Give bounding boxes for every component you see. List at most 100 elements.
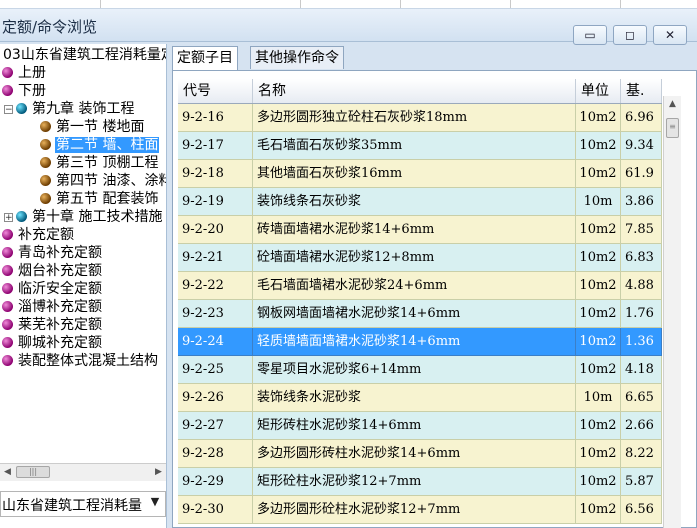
cell-base: 6.96: [621, 104, 662, 132]
restore-button[interactable]: ◻: [613, 25, 647, 45]
tree-item-section-1[interactable]: 第一节 楼地面: [40, 118, 145, 136]
cell-name: 装饰线条石灰砂浆: [253, 188, 576, 216]
cell-unit: 10m2: [576, 132, 621, 160]
tree-item-section-3[interactable]: 第三节 顶棚工程: [40, 154, 159, 172]
sheet-cell: [510, 0, 621, 8]
quota-library-select[interactable]: 山东省建筑工程消耗量定额 ▼: [0, 491, 166, 517]
cell-base: 6.65: [621, 384, 662, 412]
table-vertical-scrollbar[interactable]: ▲ ≡: [663, 96, 681, 528]
table-row[interactable]: 9-2-16 多边形圆形独立砼柱石灰砂浆18mm 10m2 6.96: [178, 104, 662, 132]
cell-code: 9-2-20: [178, 216, 253, 244]
column-header-unit[interactable]: 单位: [576, 79, 621, 103]
tab-quota-items[interactable]: 定额子目: [172, 46, 238, 71]
sheet-cell: [0, 0, 101, 8]
tree-root[interactable]: 03山东省建筑工程消耗量定额: [2, 46, 166, 64]
magenta-ball-icon: [2, 265, 13, 276]
table-row[interactable]: 9-2-28 多边形圆形砖柱水泥砂浆14+6mm 10m2 8.22: [178, 440, 662, 468]
sheet-cell: [400, 0, 511, 8]
table-row[interactable]: 9-2-22 毛石墙面墙裙水泥砂浆24+6mm 10m2 4.88: [178, 272, 662, 300]
cell-name: 零星项目水泥砂浆6+14mm: [253, 356, 576, 384]
tree-item-section-5[interactable]: 第五节 配套装饰: [40, 190, 159, 208]
cell-unit: 10m2: [576, 300, 621, 328]
cell-base: 61.9: [621, 160, 662, 188]
cell-unit: 10m: [576, 188, 621, 216]
scroll-left-icon[interactable]: ◀: [0, 465, 15, 480]
selected-library: 山东省建筑工程消耗量定额: [2, 498, 142, 514]
table-row[interactable]: 9-2-25 零星项目水泥砂浆6+14mm 10m2 4.18: [178, 356, 662, 384]
chevron-down-icon[interactable]: ▼: [147, 495, 163, 508]
cell-code: 9-2-25: [178, 356, 253, 384]
table-row[interactable]: 9-2-21 砼墙面墙裙水泥砂浆12+8mm 10m2 6.83: [178, 244, 662, 272]
brown-ball-icon: [40, 139, 51, 150]
column-header-name[interactable]: 名称: [253, 79, 576, 103]
cell-base: 6.56: [621, 496, 662, 524]
cell-unit: 10m2: [576, 216, 621, 244]
cell-code: 9-2-29: [178, 468, 253, 496]
tree-item-lower-volume[interactable]: 下册: [2, 82, 47, 100]
tree-item-supplement[interactable]: 补充定额: [2, 226, 75, 244]
tree-item-qingdao[interactable]: 青岛补充定额: [2, 244, 103, 262]
table-row[interactable]: 9-2-17 毛石墙面石灰砂浆35mm 10m2 9.34: [178, 132, 662, 160]
close-button[interactable]: ✕: [653, 25, 687, 45]
table-row[interactable]: 9-2-24 轻质墙墙面墙裙水泥砂浆14+6mm 10m2 1.36: [178, 328, 662, 356]
sheet-cell: [300, 0, 401, 8]
table-row[interactable]: 9-2-30 多边形圆形砼柱水泥砂浆12+7mm 10m2 6.56: [178, 496, 662, 524]
tree-item-chapter-9[interactable]: − 第九章 装饰工程: [4, 100, 135, 118]
quota-table-panel: 代号 名称 单位 基. 9-2-16 多边形圆形独立砼柱石灰砂浆18mm 10m2 6…: [172, 70, 697, 528]
scrollbar-thumb[interactable]: ≡: [666, 118, 679, 138]
scroll-up-icon[interactable]: ▲: [664, 96, 681, 113]
tree-item-section-2[interactable]: 第二节 墙、柱面: [40, 136, 161, 154]
cell-base: 9.34: [621, 132, 662, 160]
cell-unit: 10m2: [576, 440, 621, 468]
table-row[interactable]: 9-2-27 矩形砖柱水泥砂浆14+6mm 10m2 2.66: [178, 412, 662, 440]
tree-label: 聊城补充定额: [18, 335, 102, 351]
table-header: 代号 名称 单位 基.: [178, 79, 662, 104]
tree-label: 03山东省建筑工程消耗量定额: [3, 47, 166, 63]
table-row[interactable]: 9-2-19 装饰线条石灰砂浆 10m 3.86: [178, 188, 662, 216]
tree-label: 第四节 油漆、涂料: [56, 173, 166, 189]
cell-code: 9-2-19: [178, 188, 253, 216]
table-row[interactable]: 9-2-23 钢板网墙面墙裙水泥砂浆14+6mm 10m2 1.76: [178, 300, 662, 328]
expand-toggle-icon[interactable]: +: [4, 213, 13, 223]
tree-item-linyi[interactable]: 临沂安全定额: [2, 280, 103, 298]
tree-item-laiwu[interactable]: 莱芜补充定额: [2, 316, 103, 334]
cell-code: 9-2-26: [178, 384, 253, 412]
cell-name: 毛石墙面石灰砂浆35mm: [253, 132, 576, 160]
tree-label: 淄博补充定额: [18, 299, 102, 315]
cell-code: 9-2-27: [178, 412, 253, 440]
cell-unit: 10m2: [576, 160, 621, 188]
tree-item-upper-volume[interactable]: 上册: [2, 64, 47, 82]
restore-icon: ◻: [625, 28, 635, 42]
quota-tree: 03山东省建筑工程消耗量定额 上册 下册 − 第九章 装饰工程 第一节 楼地面 第…: [0, 44, 166, 462]
minimize-button[interactable]: ▭: [573, 25, 607, 45]
cell-name: 其他墙面石灰砂浆16mm: [253, 160, 576, 188]
cell-name: 多边形圆形砼柱水泥砂浆12+7mm: [253, 496, 576, 524]
cell-unit: 10m2: [576, 496, 621, 524]
cell-code: 9-2-22: [178, 272, 253, 300]
tree-horizontal-scrollbar[interactable]: ◀ ||| ▶: [0, 463, 166, 481]
table-row[interactable]: 9-2-20 砖墙面墙裙水泥砂浆14+6mm 10m2 7.85: [178, 216, 662, 244]
tree-label: 第三节 顶棚工程: [56, 155, 159, 171]
column-header-code[interactable]: 代号: [178, 79, 253, 103]
tree-item-prefab[interactable]: 装配整体式混凝土结构: [2, 352, 159, 370]
cell-code: 9-2-16: [178, 104, 253, 132]
tree-item-chapter-10[interactable]: + 第十章 施工技术措施: [4, 208, 163, 226]
tree-item-yantai[interactable]: 烟台补充定额: [2, 262, 103, 280]
tree-label: 烟台补充定额: [18, 263, 102, 279]
background-sheet-strip: [0, 0, 697, 9]
tree-item-liaocheng[interactable]: 聊城补充定额: [2, 334, 103, 352]
collapse-toggle-icon[interactable]: −: [4, 105, 13, 115]
column-header-base[interactable]: 基.: [621, 79, 662, 103]
scroll-right-icon[interactable]: ▶: [151, 465, 166, 480]
table-row[interactable]: 9-2-26 装饰线条水泥砂浆 10m 6.65: [178, 384, 662, 412]
tab-other-commands[interactable]: 其他操作命令: [250, 46, 344, 69]
cell-code: 9-2-17: [178, 132, 253, 160]
tree-label: 补充定额: [18, 227, 74, 243]
table-row[interactable]: 9-2-29 矩形砼柱水泥砂浆12+7mm 10m2 5.87: [178, 468, 662, 496]
table-row[interactable]: 9-2-18 其他墙面石灰砂浆16mm 10m2 61.9: [178, 160, 662, 188]
cell-name: 装饰线条水泥砂浆: [253, 384, 576, 412]
tree-item-zibo[interactable]: 淄博补充定额: [2, 298, 103, 316]
scrollbar-thumb[interactable]: |||: [16, 466, 50, 478]
tree-item-section-4[interactable]: 第四节 油漆、涂料: [40, 172, 166, 190]
window-title: 定额/命令浏览: [2, 18, 98, 36]
